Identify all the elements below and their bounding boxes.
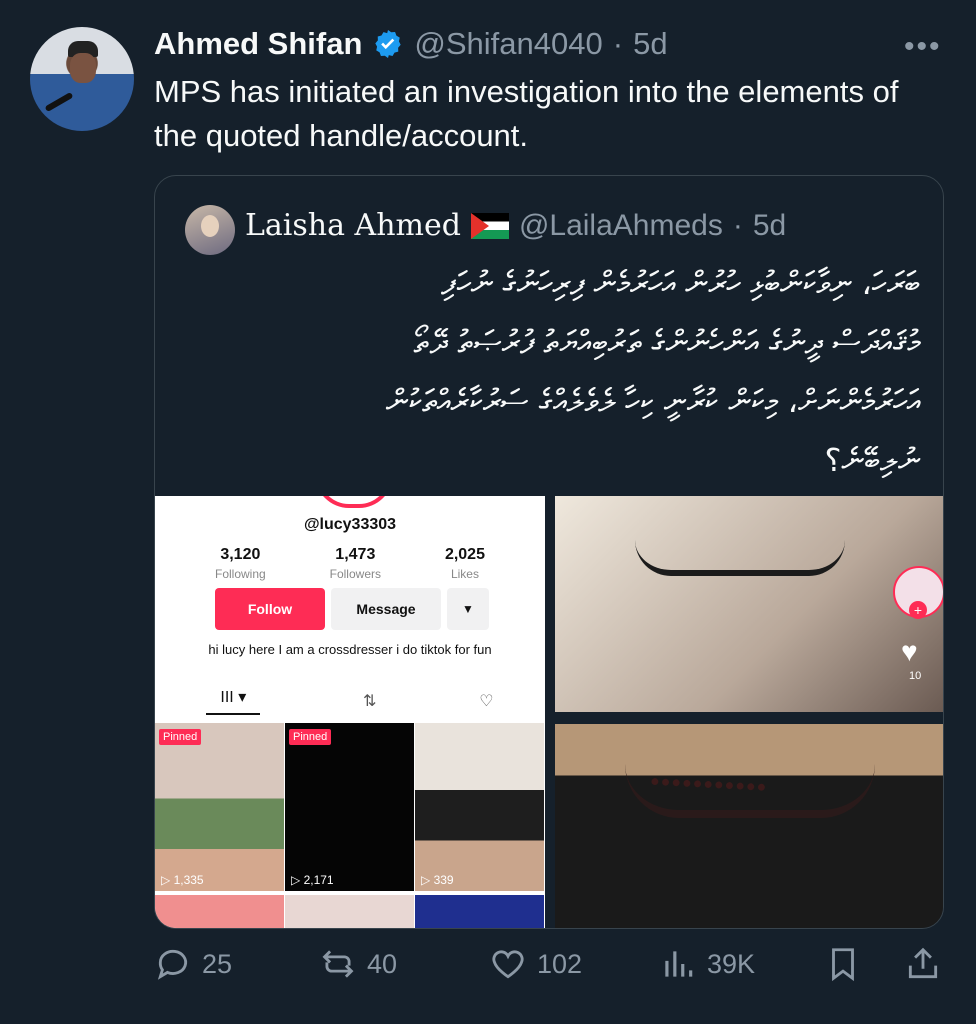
tiktok-dropdown-icon: ▼ — [447, 588, 489, 630]
tiktok-like-count: 10 — [909, 670, 922, 682]
stat-value: 3,120 — [220, 546, 261, 563]
stat-label: Followers — [329, 567, 381, 581]
author-avatar[interactable] — [30, 27, 134, 131]
tiktok-tab-videos: III ▾ — [206, 687, 261, 715]
bookmark-icon — [832, 948, 854, 982]
video-views: ▷ 1,335 — [161, 873, 204, 887]
repost-button[interactable]: 40 — [319, 945, 397, 983]
tiktok-tab-liked: ♡ — [479, 693, 494, 710]
views-count: 39K — [707, 948, 756, 979]
bookmark-button[interactable] — [824, 945, 862, 983]
reply-icon — [157, 949, 188, 980]
stat-label: Following — [215, 567, 266, 581]
tiktok-username: @lucy33303 — [303, 516, 397, 533]
media-photo-top[interactable]: + ♥ 10 — [555, 496, 943, 712]
verified-badge-icon — [375, 30, 402, 58]
stat-followers: 1,473 Followers — [330, 546, 381, 581]
tweet-header: Ahmed Shifan @Shifan4040 · 5d — [154, 22, 668, 66]
heart-icon — [492, 950, 524, 979]
pinned-badge: Pinned — [159, 729, 202, 745]
views-button[interactable]: 39K — [659, 945, 755, 983]
media-photo-bottom[interactable]: ●●●●●●●●●●● — [555, 724, 943, 928]
share-button[interactable] — [904, 945, 942, 983]
video-thumbnail: Pinned ▷ 1,335 — [155, 723, 284, 891]
repost-icon — [322, 950, 354, 978]
avatar-microphone — [44, 91, 74, 113]
stat-likes: 2,025 Likes — [445, 546, 485, 581]
quoted-timestamp[interactable]: 5d — [753, 209, 786, 243]
tiktok-tab-reposts: ⇅ — [363, 693, 377, 710]
tiktok-follow-button: Follow — [215, 588, 325, 630]
video-thumbnail: Pinned ▷ 2,171 — [285, 723, 414, 891]
separator-dot: · — [732, 208, 743, 242]
video-views: ▷ 339 — [421, 873, 454, 887]
share-icon — [908, 947, 938, 979]
quoted-tweet[interactable]: Laisha Ahmed @LailaAhmeds · 5d ބަރަހަ، ނ… — [154, 175, 944, 929]
stat-value: 1,473 — [335, 546, 376, 563]
photo-choker — [635, 540, 845, 576]
palestine-flag-icon — [470, 212, 509, 239]
views-bar-chart-icon — [665, 951, 693, 977]
quoted-author-name[interactable]: Laisha Ahmed — [245, 208, 461, 243]
stat-label: Likes — [450, 567, 479, 581]
separator-dot: · — [612, 26, 624, 61]
video-thumbnail — [415, 895, 544, 928]
quoted-media-grid: @lucy33303 3,120 Following 1,473 Followe… — [155, 496, 943, 928]
video-thumbnail — [285, 895, 414, 928]
like-button[interactable]: 102 — [489, 945, 582, 983]
stat-following: 3,120 Following — [215, 546, 266, 581]
reply-count: 25 — [202, 948, 233, 979]
tiktok-buttons: Follow Message ▼ — [215, 588, 489, 630]
stat-value: 2,025 — [444, 546, 485, 563]
tiktok-profile-avatar-ring — [315, 496, 393, 508]
pinned-badge: Pinned — [289, 729, 332, 745]
tweet-text: MPS has initiated an investigation into … — [154, 74, 899, 153]
repost-count: 40 — [367, 948, 398, 979]
quoted-author-handle[interactable]: @LailaAhmeds — [519, 209, 723, 243]
tweet-actions: 25 40 102 39K — [154, 945, 944, 995]
video-thumbnail — [155, 895, 284, 928]
reply-button[interactable]: 25 — [154, 945, 232, 983]
tweet-timestamp[interactable]: 5d — [633, 26, 667, 62]
tiktok-stats: 3,120 Following 1,473 Followers 2,025 Li… — [215, 546, 485, 581]
tiktok-message-button: Message — [331, 588, 441, 630]
avatar-face — [70, 53, 96, 83]
video-thumbnail: ▷ 339 — [415, 723, 544, 891]
tiktok-tabs: III ▾ ⇅ ♡ — [155, 686, 545, 716]
tiktok-follow-plus-icon: + — [909, 601, 927, 619]
tiktok-video-grid: Pinned ▷ 1,335 Pinned ▷ 2,171 ▷ 339 — [155, 723, 545, 928]
quoted-author-avatar[interactable] — [185, 205, 235, 255]
tiktok-heart-icon: ♥ — [901, 636, 918, 667]
author-handle[interactable]: @Shifan4040 — [414, 26, 602, 62]
like-count: 102 — [537, 948, 583, 979]
more-options-icon[interactable]: ••• — [904, 30, 942, 64]
tiktok-bio: hi lucy here I am a crossdresser i do ti… — [208, 642, 492, 657]
video-views: ▷ 2,171 — [291, 873, 334, 887]
tiktok-profile-screenshot[interactable]: @lucy33303 3,120 Following 1,473 Followe… — [155, 496, 545, 928]
quoted-text: ބަރަހަ، ނިވާކަންބުޅި ހުރުން އަހަރުމެން ފ… — [385, 264, 920, 479]
quoted-header: Laisha Ahmed @LailaAhmeds · 5d — [245, 208, 786, 243]
author-name[interactable]: Ahmed Shifan — [154, 26, 362, 62]
